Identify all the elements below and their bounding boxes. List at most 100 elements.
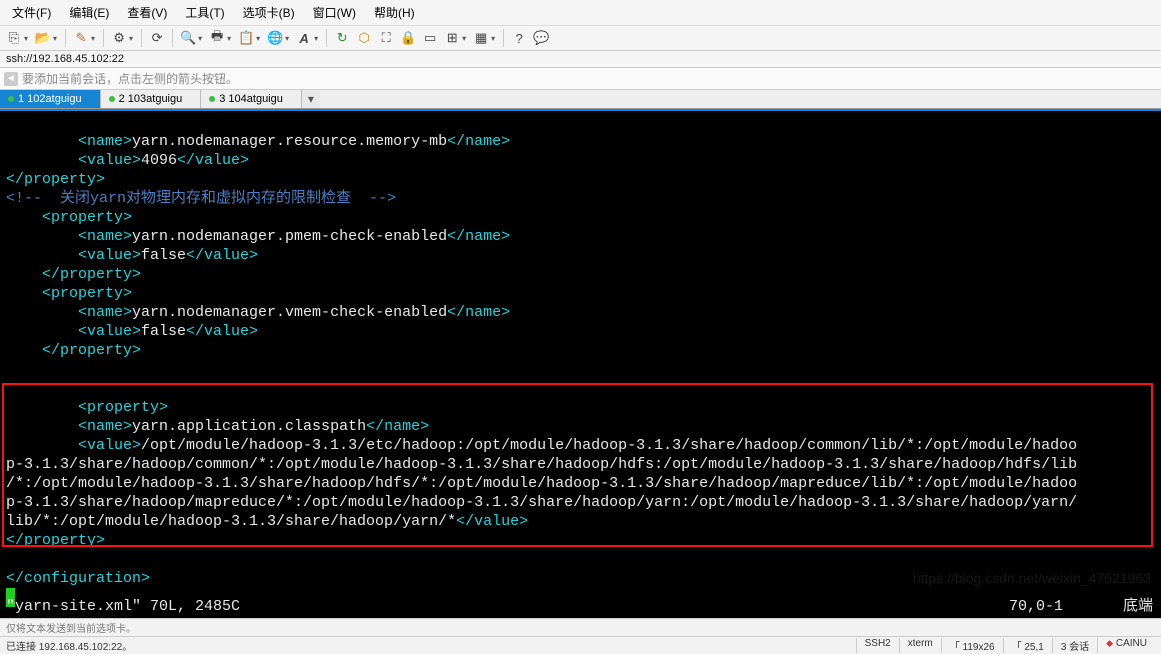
dropdown-icon[interactable]: ▾ <box>198 34 202 43</box>
status-dot-icon <box>109 96 115 102</box>
separator <box>141 29 142 47</box>
xml-text: p-3.1.3/share/hadoop/mapreduce/*:/opt/mo… <box>6 494 1077 511</box>
status-dot-icon <box>209 96 215 102</box>
address-bar[interactable]: ssh://192.168.45.102:22 <box>0 51 1161 68</box>
xml-tag: <value> <box>78 437 141 454</box>
tab-session-1[interactable]: 1 102atguigu <box>0 90 101 108</box>
xml-tag: </name> <box>366 418 429 435</box>
xml-tag: <property> <box>42 285 132 302</box>
menu-edit[interactable]: 编辑(E) <box>61 2 117 23</box>
dropdown-icon[interactable]: ▾ <box>491 34 495 43</box>
new-session-icon[interactable]: ⎘ <box>4 28 24 48</box>
vim-file-info: "yarn-site.xml" 70L, 2485C <box>6 597 240 616</box>
xml-tag: <value> <box>78 323 141 340</box>
xml-tag: <property> <box>42 209 132 226</box>
cycle-icon[interactable]: ↻ <box>332 28 352 48</box>
xml-tag: <name> <box>78 418 132 435</box>
terminal-view[interactable]: <name>yarn.nodemanager.resource.memory-m… <box>0 109 1161 618</box>
status-size: 「 119x26 <box>941 638 1003 653</box>
watermark-text: https://blog.csdn.net/weixin_47621963 <box>913 569 1151 588</box>
menu-bar: 文件(F) 编辑(E) 查看(V) 工具(T) 选项卡(B) 窗口(W) 帮助(… <box>0 0 1161 26</box>
xml-text: /*:/opt/module/hadoop-3.1.3/share/hadoop… <box>6 475 1077 492</box>
vim-cursor-pos: 70,0-1 <box>1009 597 1063 616</box>
tab-session-3[interactable]: 3 104atguigu <box>201 90 302 108</box>
xml-text: p-3.1.3/share/hadoop/common/*:/opt/modul… <box>6 456 1077 473</box>
menu-window[interactable]: 窗口(W) <box>305 2 364 23</box>
font-icon[interactable]: A <box>294 28 314 48</box>
status-sessions: 3 会话 <box>1052 638 1097 653</box>
xml-tag: </value> <box>186 247 258 264</box>
xml-text: lib/*:/opt/module/hadoop-3.1.3/share/had… <box>6 513 456 530</box>
hint-text: 要添加当前会话，点击左侧的箭头按钮。 <box>22 70 238 87</box>
status-bar: 已连接 192.168.45.102:22。 SSH2 xterm 「 119x… <box>0 636 1161 654</box>
status-indicator: ◆ CAINU <box>1097 638 1155 653</box>
dropdown-icon[interactable]: ▾ <box>285 34 289 43</box>
vim-status-line: "yarn-site.xml" 70L, 2485C 70,0-1 底端 <box>6 597 1153 616</box>
menu-file[interactable]: 文件(F) <box>4 2 59 23</box>
xml-text: yarn.nodemanager.vmem-check-enabled <box>132 304 447 321</box>
status-cursor: 「 25,1 <box>1003 638 1052 653</box>
open-icon[interactable]: 📂 <box>33 28 53 48</box>
lock-icon[interactable]: 🔒 <box>398 28 418 48</box>
menu-view[interactable]: 查看(V) <box>119 2 175 23</box>
dropdown-icon[interactable]: ▾ <box>462 34 466 43</box>
tab-label: 1 102atguigu <box>18 93 82 105</box>
separator <box>326 29 327 47</box>
globe-icon[interactable]: 🌐 <box>265 28 285 48</box>
xml-text: yarn.application.classpath <box>132 418 366 435</box>
plus-icon[interactable]: ⊞ <box>442 28 462 48</box>
xml-tag: <name> <box>78 228 132 245</box>
dropdown-icon[interactable]: ▾ <box>256 34 260 43</box>
tab-session-2[interactable]: 2 103atguigu <box>101 90 202 108</box>
xml-tag: </property> <box>6 171 105 188</box>
dropdown-icon[interactable]: ▾ <box>53 34 57 43</box>
xml-tag: </name> <box>447 133 510 150</box>
menu-tabs[interactable]: 选项卡(B) <box>235 2 303 23</box>
session-tabs: 1 102atguigu 2 103atguigu 3 104atguigu ▾ <box>0 90 1161 109</box>
dropdown-icon[interactable]: ▾ <box>24 34 28 43</box>
status-protocol: SSH2 <box>856 638 899 653</box>
xml-tag: </value> <box>177 152 249 169</box>
pencil-icon[interactable]: ✎ <box>71 28 91 48</box>
xml-comment: <!-- 关闭yarn对物理内存和虚拟内存的限制检查 --> <box>6 190 396 207</box>
box-icon[interactable]: ▭ <box>420 28 440 48</box>
tab-overflow-icon[interactable]: ▾ <box>302 90 320 108</box>
dropdown-icon[interactable]: ▾ <box>129 34 133 43</box>
menu-help[interactable]: 帮助(H) <box>366 2 423 23</box>
tab-spacer <box>320 90 1161 108</box>
separator <box>103 29 104 47</box>
diamond-icon: ◆ <box>1106 638 1113 648</box>
badge-icon[interactable]: ⬡ <box>354 28 374 48</box>
search-icon[interactable]: 🔍 <box>178 28 198 48</box>
fullscreen-icon[interactable]: ⛶ <box>376 28 396 48</box>
tab-label: 3 104atguigu <box>219 93 283 105</box>
print-icon[interactable]: 🖶 <box>207 28 227 48</box>
xml-text: 4096 <box>141 152 177 169</box>
xml-tag: <property> <box>78 399 168 416</box>
xml-tag: </property> <box>42 266 141 283</box>
gear-icon[interactable]: ⚙ <box>109 28 129 48</box>
dropdown-icon[interactable]: ▾ <box>91 34 95 43</box>
status-user: CAINU <box>1116 638 1147 649</box>
reload-icon[interactable]: ⟳ <box>147 28 167 48</box>
toolbar: ⎘▾ 📂▾ ✎▾ ⚙▾ ⟳ 🔍▾ 🖶▾ 📋▾ 🌐▾ A▾ ↻ ⬡ ⛶ 🔒 ▭ ⊞… <box>0 26 1161 51</box>
dropdown-icon[interactable]: ▾ <box>227 34 231 43</box>
xml-tag: <name> <box>78 133 132 150</box>
separator <box>503 29 504 47</box>
arrow-left-icon[interactable]: ◄ <box>4 72 18 86</box>
xml-text: /opt/module/hadoop-3.1.3/etc/hadoop:/opt… <box>141 437 1077 454</box>
xml-text: yarn.nodemanager.pmem-check-enabled <box>132 228 447 245</box>
status-termtype: xterm <box>899 638 941 653</box>
xml-tag: </name> <box>447 304 510 321</box>
dropdown-icon[interactable]: ▾ <box>314 34 318 43</box>
xml-text: false <box>141 323 186 340</box>
grid-icon[interactable]: ▦ <box>471 28 491 48</box>
xml-tag: </configuration> <box>6 570 150 587</box>
connection-status: 已连接 192.168.45.102:22。 <box>6 638 856 653</box>
menu-tools[interactable]: 工具(T) <box>177 2 232 23</box>
xml-tag: </name> <box>447 228 510 245</box>
xml-text: yarn.nodemanager.resource.memory-mb <box>132 133 447 150</box>
clipboard-icon[interactable]: 📋 <box>236 28 256 48</box>
help-icon[interactable]: ? <box>509 28 529 48</box>
chat-icon[interactable]: 💬 <box>531 28 551 48</box>
